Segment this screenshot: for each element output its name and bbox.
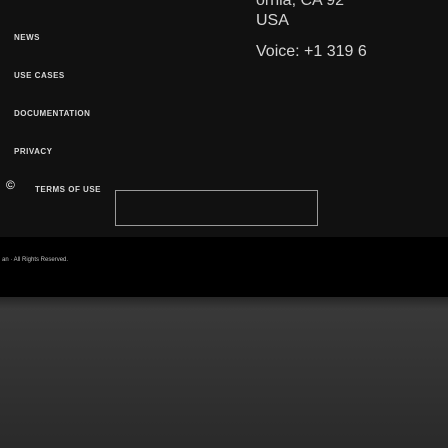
bottom-panel [0, 297, 448, 448]
nav-link-terms-of-use[interactable]: Terms of Use [35, 185, 101, 194]
footer-bar: an · All Rights Reserved. [0, 237, 448, 297]
top-section: ornia, CA 92 USA Voice: +1 319 6 News Us… [0, 0, 448, 237]
nav-link-documentation[interactable]: Documentation [14, 109, 90, 118]
nav-link-privacy[interactable]: Privacy [14, 147, 52, 156]
copyright-symbol: © [6, 178, 15, 192]
nav-link-news[interactable]: News [14, 33, 40, 42]
contact-phone: Voice: +1 319 6 [256, 43, 367, 60]
address-country: USA [256, 12, 289, 29]
bottom-panel-shadow [0, 297, 448, 309]
nav-link-use-cases[interactable]: Use Cases [14, 71, 65, 80]
rights-reserved-text: an · All Rights Reserved. [2, 257, 69, 263]
empty-input-box[interactable] [115, 190, 318, 226]
address-partial-line: ornia, CA 92 [256, 0, 345, 9]
